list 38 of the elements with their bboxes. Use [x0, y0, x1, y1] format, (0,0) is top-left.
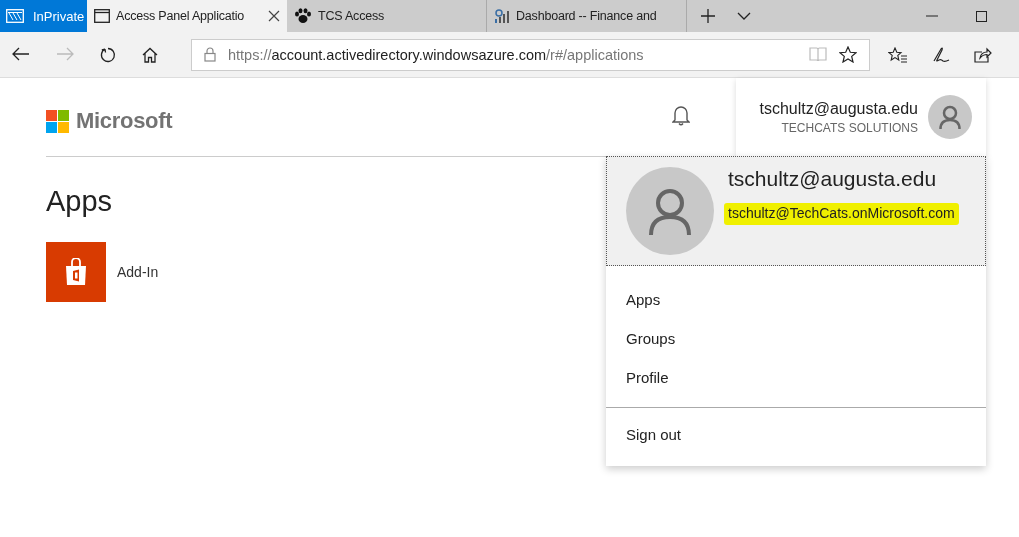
home-icon[interactable] — [142, 46, 158, 63]
app-tile[interactable] — [46, 242, 106, 302]
menu-item[interactable]: Apps — [606, 280, 986, 319]
close-icon[interactable] — [268, 10, 280, 22]
organization-name: TECHCATS SOLUTIONS — [781, 120, 918, 135]
plus-icon[interactable] — [701, 9, 715, 23]
brand-name: Microsoft — [76, 108, 173, 134]
paw-icon — [294, 8, 312, 24]
inprivate-icon — [6, 9, 24, 23]
inprivate-label: InPrivate — [33, 8, 85, 24]
shopping-bag-icon — [65, 258, 87, 286]
logo-icon — [46, 109, 69, 133]
dashboard-icon — [494, 8, 510, 24]
maximize-icon[interactable] — [976, 10, 987, 22]
user-email: tschultz@augusta.edu — [759, 99, 918, 118]
chevron-down-icon[interactable] — [737, 12, 751, 20]
page-title: Apps — [46, 185, 113, 218]
browser-tab[interactable]: Access Panel Applicatio — [87, 0, 287, 32]
menu-item[interactable]: Groups — [606, 319, 986, 358]
address-field[interactable]: https://account.activedirectory.windowsazure.com/r#/applications — [191, 38, 870, 71]
lock-icon — [204, 47, 216, 62]
window-icon — [94, 9, 110, 23]
avatar-icon — [928, 95, 972, 139]
pen-icon[interactable] — [932, 46, 950, 63]
sign-out-link[interactable]: Sign out — [606, 415, 986, 454]
app-name[interactable]: Add-In — [117, 264, 159, 280]
share-icon[interactable] — [974, 46, 992, 63]
user-email: tschultz@TechCats.onMicrosoft.com — [724, 203, 959, 225]
url-text: https://account.activedirectory.windowsazure.com/r#/applications — [228, 46, 645, 63]
menu-item[interactable]: Profile — [606, 358, 986, 397]
back-icon[interactable] — [12, 46, 30, 61]
star-icon[interactable] — [839, 46, 857, 63]
user-name: tschultz@augusta.edu — [728, 167, 938, 191]
account-button[interactable]: tschultz@augusta.edu TECHCATS SOLUTIONS — [736, 78, 986, 156]
avatar-icon — [626, 167, 714, 255]
bell-icon[interactable] — [672, 104, 690, 126]
refresh-icon[interactable] — [100, 46, 116, 63]
favorites-icon[interactable] — [888, 46, 908, 63]
